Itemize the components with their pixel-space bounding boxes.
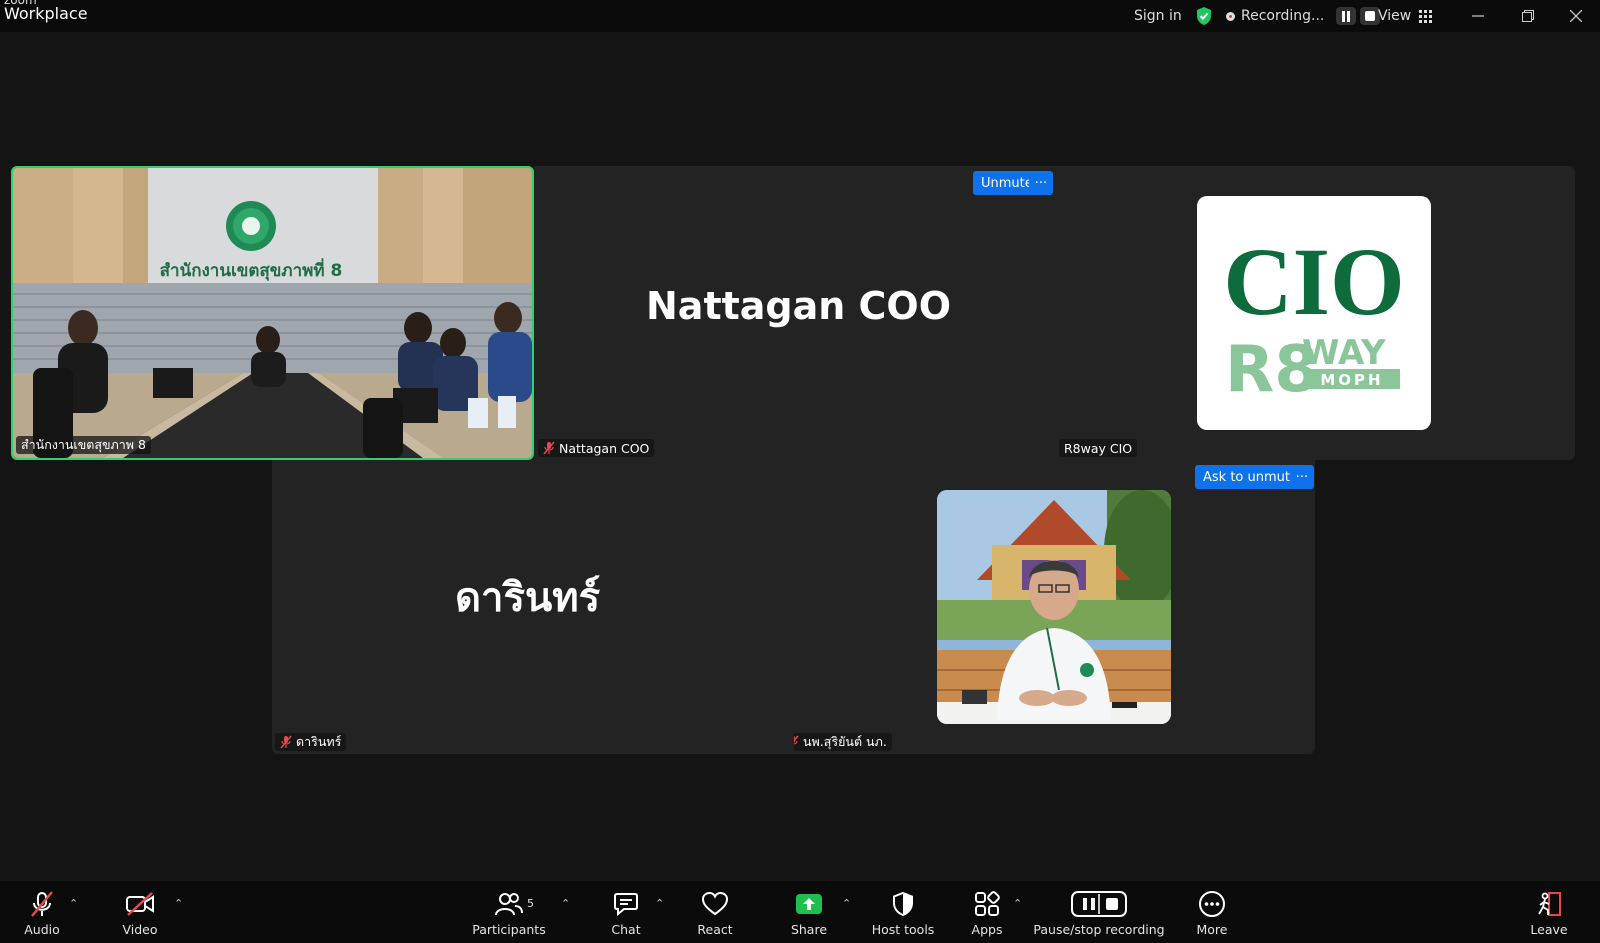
leave-door-icon <box>1535 889 1563 919</box>
react-label: React <box>697 922 733 937</box>
share-screen-icon <box>795 889 823 919</box>
video-options-caret-icon[interactable]: ⌃ <box>174 897 183 910</box>
restore-window-icon[interactable] <box>1513 0 1543 32</box>
chat-label: Chat <box>611 922 641 937</box>
pause-icon <box>1342 10 1351 22</box>
minimize-window-icon[interactable] <box>1463 0 1493 32</box>
app-logo: zoom Workplace <box>4 0 88 22</box>
video-tile-nattagan[interactable]: Nattagan COO Nattagan COO <box>534 166 1056 460</box>
muted-microphone-icon <box>28 889 56 919</box>
cio-logo-image: CIO R8 WAY MOPH <box>1223 228 1404 407</box>
video-tile-office[interactable]: สำนักงานเขตสุขภาพที่ 8 สำนักงานเขตสุขภาพ… <box>11 166 534 460</box>
pause-stop-label: Pause/stop recording <box>1033 922 1165 937</box>
tile-more-options-button[interactable]: ··· <box>1029 171 1053 195</box>
apps-button[interactable]: Apps <box>969 881 1005 943</box>
participant-name-tag: นพ.สุริยันต์ นภ. <box>794 733 892 751</box>
pause-stop-recording-button[interactable]: Pause/stop recording <box>1033 881 1165 943</box>
title-bar: zoom Workplace Sign in Recording... View <box>0 0 1600 32</box>
participants-button[interactable]: Participants <box>472 881 546 943</box>
participant-display-name: ดารินทร์ <box>455 575 601 621</box>
participant-name-label: สำนักงานเขตสุขภาพ 8 <box>16 436 151 454</box>
logo-line-4: MOPH <box>1320 371 1383 389</box>
video-tile-r8way-cio[interactable]: CIO R8 WAY MOPH R8way CIO <box>1056 166 1575 460</box>
leave-label: Leave <box>1530 922 1568 937</box>
cio-logo-card: CIO R8 WAY MOPH <box>1197 196 1431 430</box>
pause-recording-button[interactable] <box>1336 7 1357 25</box>
apps-label: Apps <box>971 922 1003 937</box>
audio-label: Audio <box>24 922 60 937</box>
logo-line-1: CIO <box>1223 228 1404 335</box>
host-tools-shield-icon <box>891 889 915 919</box>
participant-name-tag: Nattagan COO <box>538 439 655 457</box>
doctor-profile-photo <box>937 490 1171 724</box>
chat-options-caret-icon[interactable]: ⌃ <box>655 897 664 910</box>
video-tile-doctor[interactable]: นพ.สุริยันต์ นภ. <box>794 460 1315 754</box>
leave-button[interactable]: Leave <box>1530 881 1568 943</box>
muted-mic-icon <box>794 735 799 745</box>
react-button[interactable]: React <box>697 881 733 943</box>
meeting-room-video: สำนักงานเขตสุขภาพที่ 8 <box>13 168 532 458</box>
video-tile-darin[interactable]: ดารินทร์ ดารินทร์ <box>272 460 794 754</box>
host-tools-button[interactable]: Host tools <box>872 881 934 943</box>
share-options-caret-icon[interactable]: ⌃ <box>842 897 851 910</box>
more-dots-icon <box>1198 889 1226 919</box>
participants-options-caret-icon[interactable]: ⌃ <box>561 897 570 910</box>
view-menu[interactable]: View <box>1378 0 1433 32</box>
grid-icon <box>1419 9 1433 23</box>
share-button[interactable]: Share <box>790 881 828 943</box>
recording-label: Recording... <box>1241 8 1325 24</box>
share-label: Share <box>790 922 828 937</box>
view-label: View <box>1378 8 1412 24</box>
participant-name-tag: ดารินทร์ <box>275 733 347 751</box>
meeting-toolbar: Audio ⌃ Video ⌃ Participants 5 ⌃ Chat ⌃ … <box>0 881 1600 943</box>
muted-mic-icon <box>543 441 555 455</box>
apps-options-caret-icon[interactable]: ⌃ <box>1013 897 1022 910</box>
chat-button[interactable]: Chat <box>608 881 644 943</box>
participant-name-label: ดารินทร์ <box>296 734 342 749</box>
participants-count-badge: 5 <box>527 897 534 910</box>
chat-bubble-icon <box>613 889 639 919</box>
audio-button[interactable]: Audio <box>20 881 64 943</box>
muted-mic-icon <box>280 735 292 749</box>
office-sign-text: สำนักงานเขตสุขภาพที่ 8 <box>160 258 343 281</box>
recording-dot-icon <box>1226 11 1235 21</box>
video-label: Video <box>122 922 158 937</box>
host-tools-label: Host tools <box>871 922 935 937</box>
logo-line-3: WAY <box>1302 333 1386 373</box>
heart-icon <box>701 889 729 919</box>
video-button[interactable]: Video <box>118 881 162 943</box>
participants-icon <box>495 889 523 919</box>
more-label: More <box>1196 922 1228 937</box>
participant-display-name: Nattagan COO <box>646 284 952 328</box>
close-window-icon[interactable] <box>1561 0 1591 32</box>
recording-indicator[interactable]: Recording... <box>1226 0 1381 32</box>
sign-in-link[interactable]: Sign in <box>1134 0 1182 32</box>
tile-more-options-button[interactable]: ··· <box>1290 465 1314 489</box>
participant-name-label: Nattagan COO <box>559 440 650 456</box>
audio-options-caret-icon[interactable]: ⌃ <box>69 897 78 910</box>
app-logo-name: Workplace <box>4 4 88 23</box>
video-off-icon <box>125 889 155 919</box>
participants-label: Participants <box>472 922 546 937</box>
apps-icon <box>974 889 1000 919</box>
encryption-shield-icon[interactable] <box>1195 0 1213 32</box>
stop-icon <box>1365 11 1376 21</box>
pause-stop-icon <box>1071 889 1127 919</box>
more-button[interactable]: More <box>1194 881 1230 943</box>
participant-name-label: นพ.สุริยันต์ นภ. <box>803 734 887 749</box>
participant-name-label: R8way CIO <box>1059 439 1138 457</box>
